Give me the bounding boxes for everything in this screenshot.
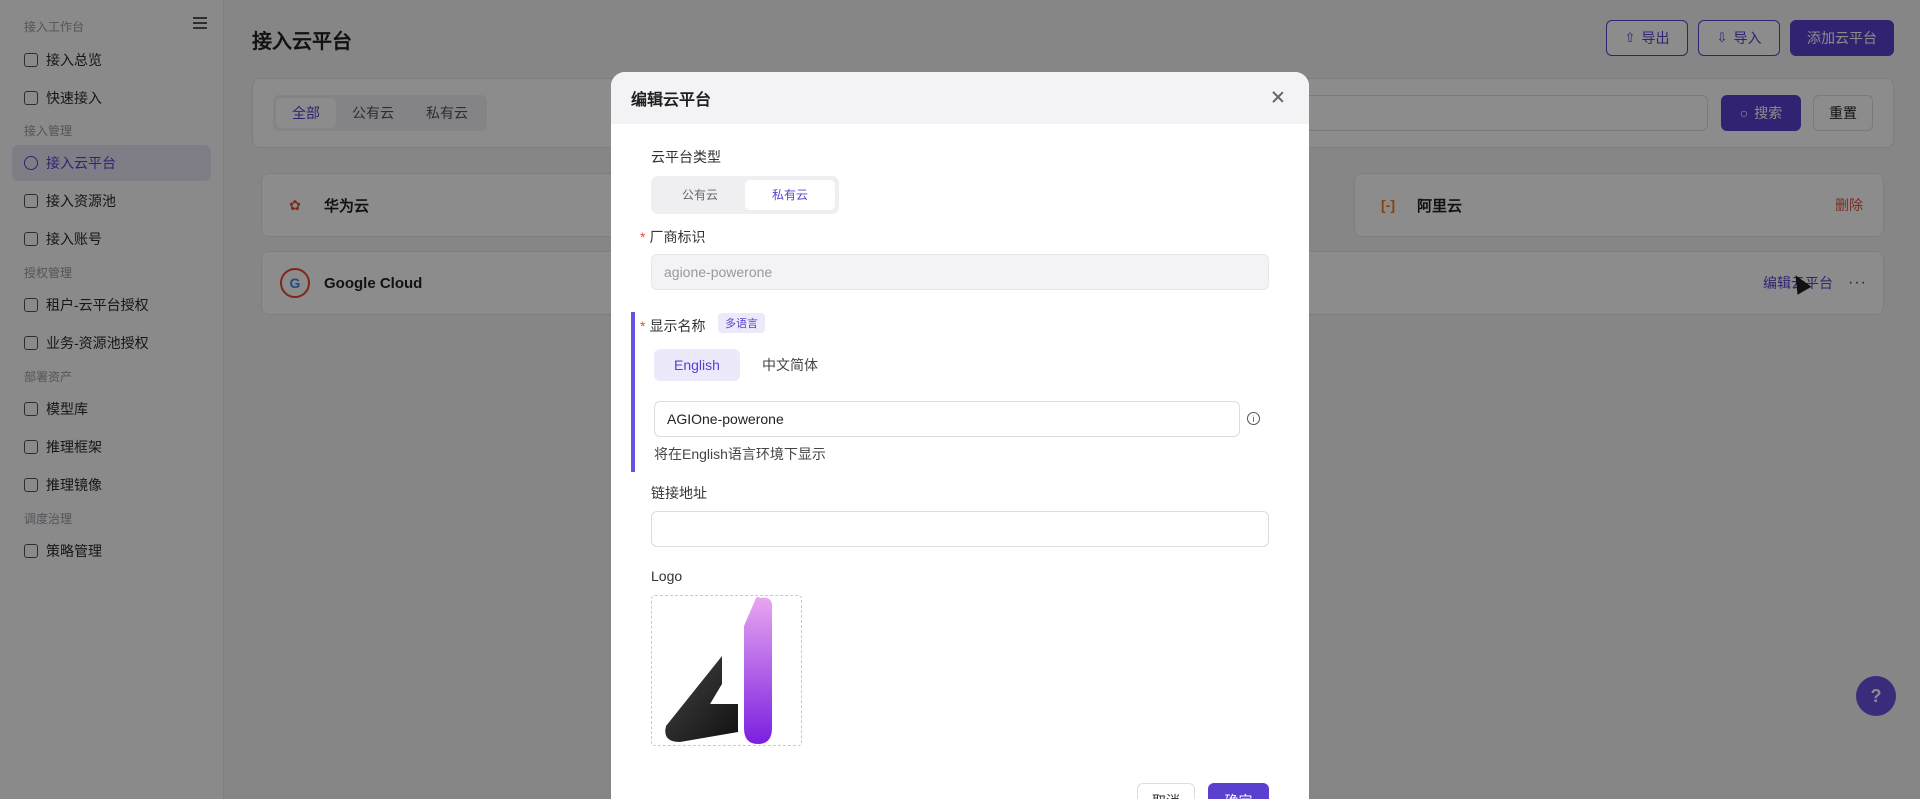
platform-type-toggle: 公有云 私有云: [651, 176, 839, 214]
language-hint: 将在English语言环境下显示: [654, 446, 826, 462]
type-option-public[interactable]: 公有云: [655, 180, 745, 210]
dialog-title: 编辑云平台: [611, 72, 1309, 124]
vendor-label: * 厂商标识: [640, 229, 706, 245]
link-label: 链接地址: [651, 485, 707, 501]
display-name-input[interactable]: AGIOne-powerone: [654, 401, 1240, 437]
link-input[interactable]: [651, 511, 1269, 547]
type-option-private[interactable]: 私有云: [745, 180, 835, 210]
info-icon: i: [1247, 412, 1260, 425]
confirm-button[interactable]: 确定: [1208, 783, 1269, 799]
multilang-badge[interactable]: 多语言: [718, 313, 765, 333]
tab-chinese[interactable]: 中文简体: [742, 349, 838, 381]
type-label: 云平台类型: [651, 149, 721, 165]
logo-upload[interactable]: [651, 595, 802, 746]
edit-platform-dialog: 编辑云平台 云平台类型 公有云 私有云 * 厂商标识 agione-poweron…: [611, 72, 1309, 799]
vendor-field: agione-powerone: [651, 254, 1269, 290]
cancel-button[interactable]: 取消: [1137, 783, 1195, 799]
display-name-label: * 显示名称: [640, 318, 706, 334]
close-icon[interactable]: [1271, 90, 1285, 104]
agione-logo-icon: [665, 596, 786, 745]
logo-label: Logo: [651, 568, 683, 584]
tab-english[interactable]: English: [654, 349, 740, 381]
display-name-section-bar: [631, 312, 635, 472]
